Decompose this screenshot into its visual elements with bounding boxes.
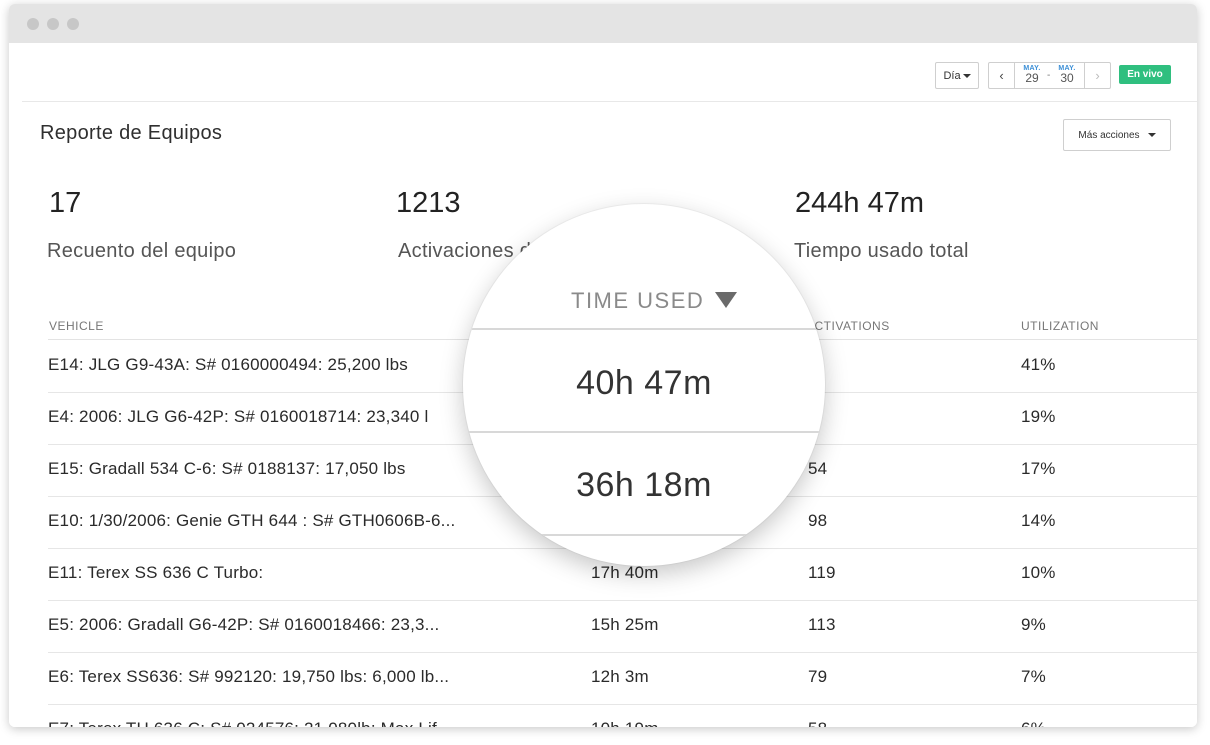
period-dropdown[interactable]: Día <box>935 62 979 89</box>
toolbar-divider <box>22 101 1197 102</box>
prev-date-button[interactable]: ‹ <box>989 63 1015 88</box>
vehicle-cell: E5: 2006: Gradall G6-42P: S# 0160018466:… <box>48 615 440 634</box>
utilization-cell: 19% <box>1021 407 1056 426</box>
table-row[interactable]: E7: Terex TH 636 C: S# 024576: 21,080lb:… <box>48 704 1197 727</box>
vehicle-cell: E14: JLG G9-43A: S# 0160000494: 25,200 l… <box>48 355 408 374</box>
report-content: Día ‹ MAY. 29 - MAY. 30 › En vivo Report… <box>9 43 1197 727</box>
next-date-button[interactable]: › <box>1084 63 1110 88</box>
time-used-cell: 10h 19m <box>591 719 659 727</box>
activations-cell: 119 <box>808 563 836 582</box>
stat-total-time: 244h 47m <box>795 187 924 219</box>
chevron-down-icon <box>1147 133 1156 137</box>
date-to[interactable]: MAY. 30 <box>1052 65 1082 84</box>
sort-descending-icon[interactable] <box>715 292 737 308</box>
period-label: Día <box>943 69 961 82</box>
window-close-dot[interactable] <box>27 18 39 30</box>
utilization-cell: 9% <box>1021 615 1046 634</box>
utilization-cell: 10% <box>1021 563 1056 582</box>
utilization-cell: 7% <box>1021 667 1046 686</box>
utilization-cell: 6% <box>1021 719 1046 727</box>
more-actions-button[interactable]: Más acciones <box>1063 119 1171 151</box>
chevron-down-icon <box>962 73 971 78</box>
stat-activations: 1213 <box>396 187 461 219</box>
activations-cell: 113 <box>808 615 836 634</box>
page-title: Reporte de Equipos <box>40 122 223 144</box>
app-window: Día ‹ MAY. 29 - MAY. 30 › En vivo Report… <box>9 4 1197 727</box>
vehicle-cell: E6: Terex SS636: S# 992120: 19,750 lbs: … <box>48 667 450 686</box>
time-used-column-header[interactable]: TIME USED <box>571 288 704 314</box>
date-to-day: 30 <box>1060 71 1074 85</box>
utilization-cell: 17% <box>1021 459 1056 478</box>
time-used-cell: 15h 25m <box>591 615 659 634</box>
vehicle-cell: E15: Gradall 534 C-6: S# 0188137: 17,050… <box>48 459 406 478</box>
vehicle-cell: E11: Terex SS 636 C Turbo: <box>48 563 264 582</box>
activations-cell: 58 <box>808 719 827 727</box>
date-separator: - <box>1047 70 1051 81</box>
time-used-cell: 12h 3m <box>591 667 649 686</box>
live-button[interactable]: En vivo <box>1119 65 1171 84</box>
date-from-day: 29 <box>1025 71 1039 85</box>
magnifier-divider <box>463 328 825 330</box>
column-header-vehicle[interactable]: VEHICLE <box>49 319 104 333</box>
magnifier-divider <box>463 431 825 433</box>
column-header-activations[interactable]: ACTIVATIONS <box>806 319 890 333</box>
magnifier-divider <box>463 534 825 536</box>
window-minimize-dot[interactable] <box>47 18 59 30</box>
vehicle-cell: E7: Terex TH 636 C: S# 024576: 21,080lb:… <box>48 719 452 727</box>
magnified-time-value: 40h 47m <box>576 364 712 402</box>
time-used-cell: 17h 40m <box>591 563 659 582</box>
table-row[interactable]: E6: Terex SS636: S# 992120: 19,750 lbs: … <box>48 652 1197 705</box>
stat-equipment-count: 17 <box>49 187 82 219</box>
window-titlebar <box>9 4 1197 43</box>
utilization-cell: 14% <box>1021 511 1056 530</box>
date-range-picker[interactable]: ‹ MAY. 29 - MAY. 30 › <box>988 62 1111 89</box>
chevron-left-icon: ‹ <box>999 68 1004 83</box>
activations-cell: 98 <box>808 511 828 530</box>
chevron-right-icon: › <box>1095 68 1100 83</box>
table-row[interactable]: E5: 2006: Gradall G6-42P: S# 0160018466:… <box>48 600 1197 653</box>
date-from[interactable]: MAY. 29 <box>1017 65 1047 84</box>
utilization-cell: 41% <box>1021 355 1056 374</box>
vehicle-cell: E4: 2006: JLG G6-42P: S# 0160018714: 23,… <box>48 407 429 426</box>
stat-equipment-count-label: Recuento del equipo <box>47 240 237 262</box>
column-header-utilization[interactable]: UTILIZATION <box>1021 319 1099 333</box>
vehicle-cell: E10: 1/30/2006: Genie GTH 644 : S# GTH06… <box>48 511 456 530</box>
magnified-time-value: 36h 18m <box>576 466 712 504</box>
window-zoom-dot[interactable] <box>67 18 79 30</box>
magnifier-lens: TIME USED 40h 47m 36h 18m <box>463 204 825 566</box>
activations-cell: 79 <box>808 667 828 686</box>
more-actions-label: Más acciones <box>1078 129 1140 141</box>
stat-total-time-label: Tiempo usado total <box>794 240 969 262</box>
